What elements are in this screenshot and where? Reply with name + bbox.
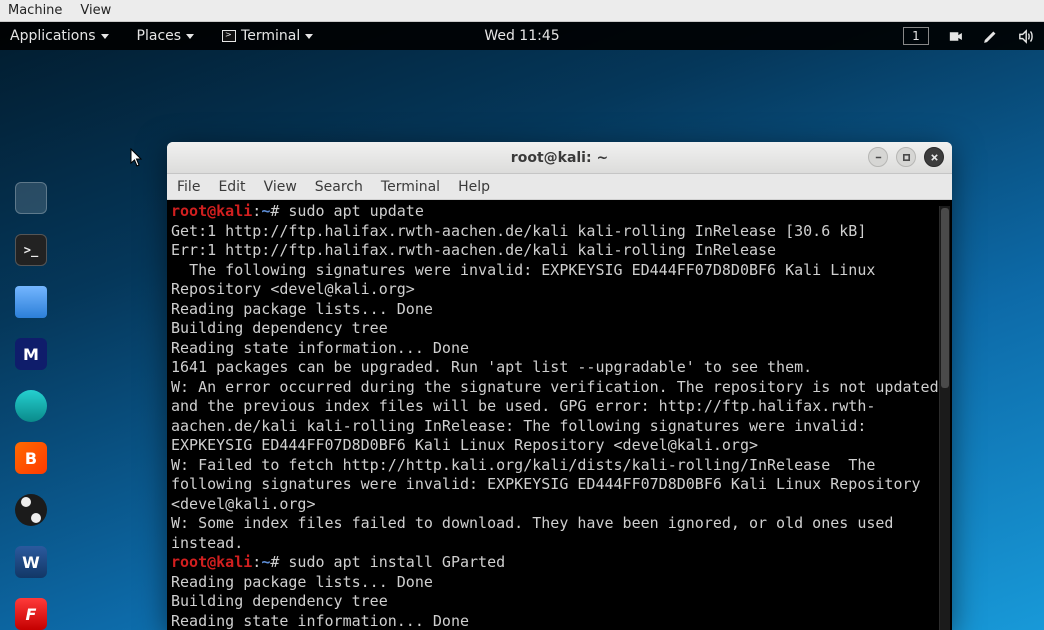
video-record-icon[interactable]: [947, 28, 964, 45]
terminal-scrollbar[interactable]: [939, 206, 950, 630]
brush-icon[interactable]: [982, 28, 999, 45]
menu-terminal[interactable]: Terminal: [381, 179, 440, 195]
mouse-cursor-icon: [130, 148, 144, 168]
minimize-button[interactable]: [868, 147, 888, 167]
window-titlebar[interactable]: root@kali: ~: [167, 142, 952, 174]
chevron-down-icon: [101, 34, 109, 39]
terminal-window: root@kali: ~ File Edit View Search Termi…: [167, 142, 952, 630]
close-button[interactable]: [924, 147, 944, 167]
dock-files[interactable]: [15, 286, 47, 318]
panel-places[interactable]: Places: [137, 28, 195, 44]
panel-clock[interactable]: Wed 11:45: [484, 28, 559, 44]
panel-active-app[interactable]: Terminal: [222, 28, 313, 44]
dock-firefox[interactable]: [15, 182, 47, 214]
chevron-down-icon: [305, 34, 313, 39]
workspace-indicator[interactable]: 1: [903, 27, 929, 45]
dock-faraday[interactable]: F: [15, 598, 47, 630]
window-title: root@kali: ~: [167, 150, 952, 166]
menu-help[interactable]: Help: [458, 179, 490, 195]
panel-applications[interactable]: Applications: [10, 28, 109, 44]
terminal-menubar: File Edit View Search Terminal Help: [167, 174, 952, 200]
dock-terminal[interactable]: [15, 234, 47, 266]
menu-view[interactable]: View: [264, 179, 297, 195]
terminal-icon: [222, 30, 236, 42]
dock: M B W F: [10, 182, 52, 630]
desktop: Applications Places Terminal Wed 11:45 1…: [0, 22, 1044, 630]
maximize-button[interactable]: [896, 147, 916, 167]
menu-search[interactable]: Search: [315, 179, 363, 195]
top-panel: Applications Places Terminal Wed 11:45 1: [0, 22, 1044, 50]
menu-file[interactable]: File: [177, 179, 200, 195]
vm-menu-machine[interactable]: Machine: [8, 3, 62, 18]
terminal-body[interactable]: root@kali:~# sudo apt update Get:1 http:…: [167, 200, 952, 630]
dock-obs[interactable]: [15, 494, 47, 526]
dock-armitage[interactable]: [15, 390, 47, 422]
dock-metasploit[interactable]: M: [15, 338, 47, 370]
dock-burpsuite[interactable]: B: [15, 442, 47, 474]
volume-icon[interactable]: [1017, 28, 1034, 45]
scrollbar-thumb[interactable]: [941, 208, 949, 388]
vm-menu-view[interactable]: View: [80, 3, 111, 18]
menu-edit[interactable]: Edit: [218, 179, 245, 195]
dock-wireshark[interactable]: W: [15, 546, 47, 578]
chevron-down-icon: [186, 34, 194, 39]
vm-host-menubar: Machine View: [0, 0, 1044, 22]
